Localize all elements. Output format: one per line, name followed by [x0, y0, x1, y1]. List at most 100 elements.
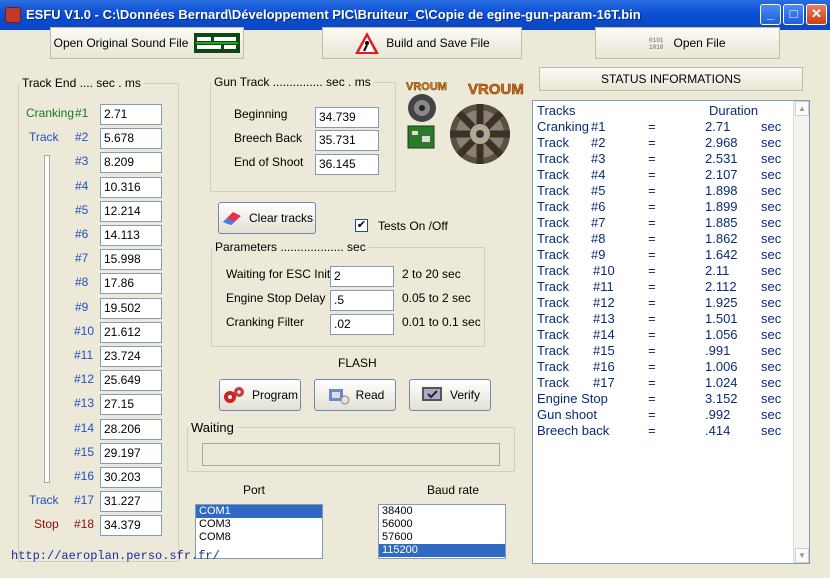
track-end-input[interactable]: 34.379	[100, 515, 162, 537]
scroll-up-arrow[interactable]: ▲	[795, 101, 809, 116]
svg-text:1010: 1010	[649, 44, 664, 51]
status-row-name: Cranking	[537, 119, 590, 134]
maximize-button[interactable]: □	[783, 4, 804, 25]
verify-button[interactable]: Verify	[409, 379, 491, 411]
status-row-name: Gun shoot	[537, 407, 597, 422]
breech-back-label: Breech Back	[234, 131, 303, 145]
track-end-input[interactable]: 15.998	[100, 249, 162, 271]
track-end-input[interactable]: 30.203	[100, 467, 162, 488]
status-row-number: #17	[593, 375, 615, 390]
end-of-shoot-label: End of Shoot	[234, 155, 304, 169]
track-row-number: #2	[75, 130, 89, 145]
open-original-label: Open Original Sound File	[53, 36, 189, 50]
status-row-number: #8	[591, 231, 606, 246]
status-row-name: Track	[537, 375, 570, 390]
verify-label: Verify	[449, 388, 480, 402]
gun-track-legend: Gun Track ............... sec . ms	[214, 75, 371, 89]
track-end-input[interactable]: 28.206	[100, 418, 162, 440]
status-row-number: #14	[593, 327, 615, 342]
status-row-number: #10	[593, 263, 615, 278]
breech-back-input[interactable]: 35.731	[315, 130, 379, 151]
track-end-input[interactable]: 5.678	[100, 128, 162, 150]
status-row-value: 1.862	[705, 231, 738, 246]
status-row-equals: =	[648, 199, 656, 214]
track-row-name: Cranking	[26, 106, 75, 120]
track-end-input[interactable]: 21.612	[100, 321, 162, 343]
track-end-input[interactable]: 2.71	[100, 104, 162, 125]
status-scrollbar[interactable]: ▲ ▼	[793, 101, 809, 563]
program-label: Program	[251, 388, 298, 402]
track-slider[interactable]	[44, 155, 50, 483]
esc-init-label: Waiting for ESC Init	[226, 267, 331, 281]
read-label: Read	[355, 388, 385, 402]
status-row-equals: =	[648, 167, 656, 182]
main-window: Open Original Sound File Build and Save …	[4, 27, 826, 574]
status-row-unit: sec	[761, 151, 782, 166]
track-end-input[interactable]: 31.227	[100, 491, 162, 513]
end-of-shoot-input[interactable]: 36.145	[315, 154, 379, 175]
clear-tracks-button[interactable]: Clear tracks	[218, 202, 316, 234]
website-link[interactable]: http://aeroplan.perso.sfr.fr/	[11, 549, 220, 563]
cranking-filter-input[interactable]: .02	[330, 314, 394, 335]
status-row-value: 1.925	[705, 295, 738, 310]
status-row-unit: sec	[761, 279, 782, 294]
warning-roadwork-icon	[355, 32, 380, 54]
track-row-number: #17	[74, 493, 95, 508]
program-button[interactable]: Program	[219, 379, 301, 411]
status-informations-button[interactable]: STATUS INFORMATIONS	[539, 67, 803, 91]
port-option[interactable]: COM8	[196, 531, 322, 544]
track-end-input[interactable]: 17.86	[100, 273, 162, 295]
eraser-icon	[222, 212, 241, 225]
close-button[interactable]: ✕	[806, 4, 827, 25]
tests-checkbox[interactable]: ✔	[355, 219, 368, 232]
status-row-name: Track	[537, 135, 570, 150]
beginning-label: Beginning	[234, 107, 288, 121]
track-end-input[interactable]: 27.15	[100, 394, 162, 416]
status-row-unit: sec	[761, 199, 782, 214]
beginning-input[interactable]: 34.739	[315, 107, 379, 128]
track-end-input[interactable]: 12.214	[100, 200, 162, 222]
track-end-input[interactable]: 14.113	[100, 225, 162, 246]
open-file-button[interactable]: 0101 1010 Open File	[595, 27, 780, 59]
status-row-name: Track	[537, 199, 570, 214]
track-end-input[interactable]: 23.724	[100, 346, 162, 367]
track-end-input[interactable]: 29.197	[100, 442, 162, 464]
status-row-name: Track	[537, 263, 570, 278]
binary-file-icon: 0101 1010	[649, 37, 664, 51]
read-button[interactable]: Read	[314, 379, 396, 411]
status-row-number: #13	[593, 311, 615, 326]
port-option[interactable]: COM1	[196, 505, 322, 518]
build-and-save-button[interactable]: Build and Save File	[322, 27, 522, 59]
track-row-number: #3	[75, 154, 89, 169]
baud-option[interactable]: 115200	[379, 544, 505, 557]
baud-listbox[interactable]: 38400 56000 57600 115200	[378, 504, 506, 559]
esc-init-input[interactable]: 2	[330, 266, 394, 287]
track-end-input[interactable]: 25.649	[100, 370, 162, 392]
status-row-equals: =	[648, 215, 656, 230]
status-row-unit: sec	[761, 423, 782, 438]
baud-option[interactable]: 56000	[379, 518, 505, 531]
status-row-name: Track	[537, 231, 570, 246]
status-row-name: Track	[537, 167, 570, 182]
scroll-down-arrow[interactable]: ▼	[795, 548, 809, 563]
gears-icon	[223, 387, 244, 403]
track-end-input[interactable]: 19.502	[100, 297, 162, 319]
status-row-value: .414	[705, 423, 731, 438]
baud-option[interactable]: 57600	[379, 531, 505, 544]
status-row-equals: =	[648, 407, 656, 422]
status-row-unit: sec	[761, 295, 782, 310]
status-row-value: 2.71	[705, 119, 731, 134]
track-end-input[interactable]: 8.209	[100, 152, 162, 174]
status-row-name: Track	[537, 343, 570, 358]
logo-text-2: VROUM	[468, 81, 524, 98]
status-row-name: Engine Stop	[537, 391, 608, 406]
status-row-value: 1.056	[705, 327, 738, 342]
baud-option[interactable]: 38400	[379, 505, 505, 518]
status-row-unit: sec	[761, 247, 782, 262]
track-end-input[interactable]: 10.316	[100, 176, 162, 198]
track-row-number: #14	[74, 420, 95, 435]
minimize-button[interactable]: _	[760, 4, 781, 25]
open-original-sound-button[interactable]: Open Original Sound File	[50, 27, 244, 59]
engine-stop-input[interactable]: .5	[330, 290, 394, 311]
port-option[interactable]: COM3	[196, 518, 322, 531]
